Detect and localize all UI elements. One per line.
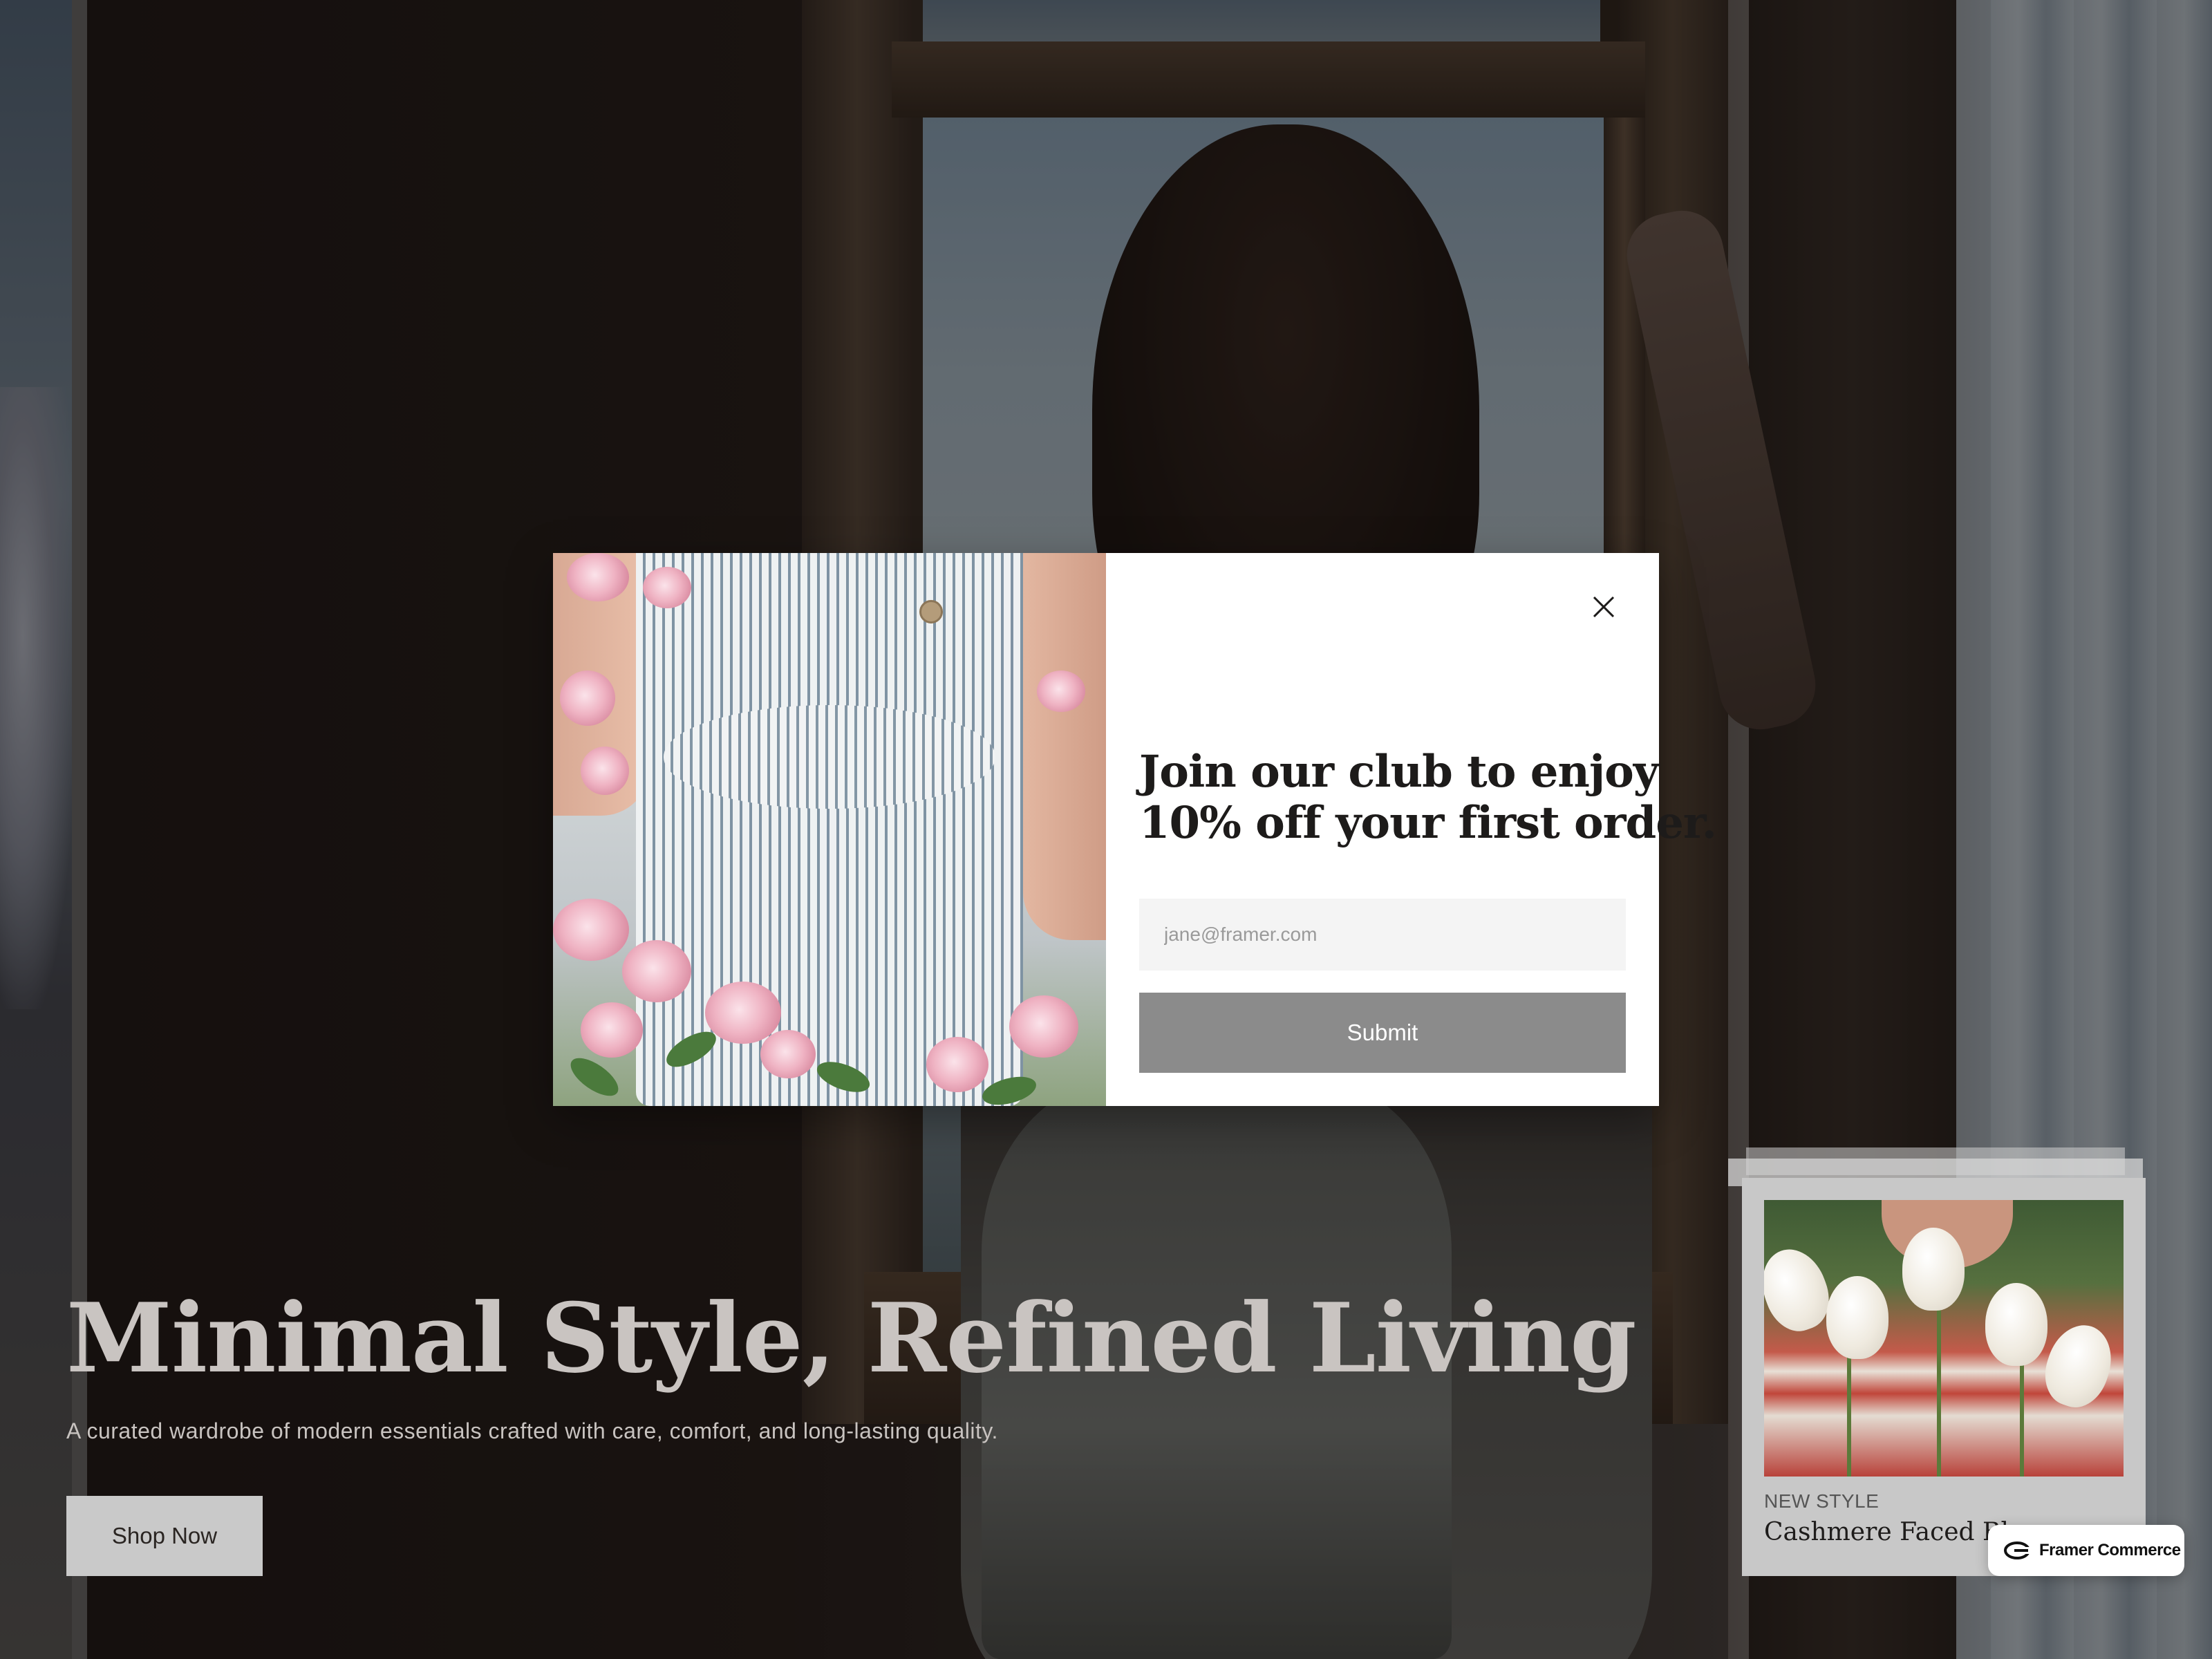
pink-flower — [643, 567, 691, 608]
model-arm-right — [1023, 553, 1106, 940]
dress-button — [919, 600, 943, 624]
green-leaf — [564, 1051, 625, 1103]
framer-commerce-logo-icon — [2004, 1541, 2031, 1559]
product-card[interactable]: NEW STYLE Cashmere Faced Bla — [1742, 1178, 2146, 1576]
newsletter-modal: Join our club to enjoy 10% off your firs… — [553, 553, 1717, 1106]
modal-title: Join our club to enjoy 10% off your firs… — [1139, 746, 1717, 850]
modal-image — [553, 553, 1106, 1106]
tulip-flower — [1826, 1276, 1888, 1359]
pink-flower — [1037, 671, 1085, 712]
shop-now-button[interactable]: Shop Now — [66, 1496, 263, 1576]
framer-commerce-badge[interactable]: Framer Commerce — [1988, 1525, 2184, 1576]
submit-button[interactable]: Submit — [1139, 993, 1626, 1073]
tulip-stem — [1937, 1297, 1941, 1477]
close-icon — [1593, 596, 1615, 618]
striped-dress — [636, 553, 1023, 1106]
pink-flower — [622, 940, 691, 1002]
modal-title-line: Join our club to enjoy — [1139, 746, 1659, 798]
pink-flower — [560, 671, 615, 726]
product-tag: NEW STYLE — [1764, 1490, 1880, 1512]
tulip-flower — [2036, 1317, 2121, 1415]
product-image — [1764, 1200, 2124, 1477]
modal-form-panel: Join our club to enjoy 10% off your firs… — [1106, 553, 1717, 1106]
pink-flower — [926, 1037, 988, 1092]
product-name[interactable]: Cashmere Faced Bla — [1764, 1518, 2023, 1546]
tulip-flower — [1985, 1283, 2047, 1366]
pink-flower — [581, 747, 629, 795]
hero-subtitle: A curated wardrobe of modern essentials … — [66, 1418, 998, 1443]
tulip-flower — [1902, 1228, 1965, 1311]
framer-commerce-label: Framer Commerce — [2039, 1541, 2181, 1559]
close-button[interactable] — [1587, 590, 1620, 624]
pink-flower — [581, 1002, 643, 1058]
pink-flower — [760, 1030, 816, 1078]
pink-flower — [553, 899, 629, 961]
dress-bow — [664, 705, 995, 809]
hero-title: Minimal Style, Refined Living — [66, 1282, 1637, 1394]
email-field[interactable] — [1139, 899, 1626, 971]
modal-title-line: 10% off your first order. — [1139, 797, 1717, 850]
pink-flower — [1009, 995, 1078, 1058]
pink-flower — [567, 553, 629, 601]
pink-flower — [705, 982, 781, 1044]
